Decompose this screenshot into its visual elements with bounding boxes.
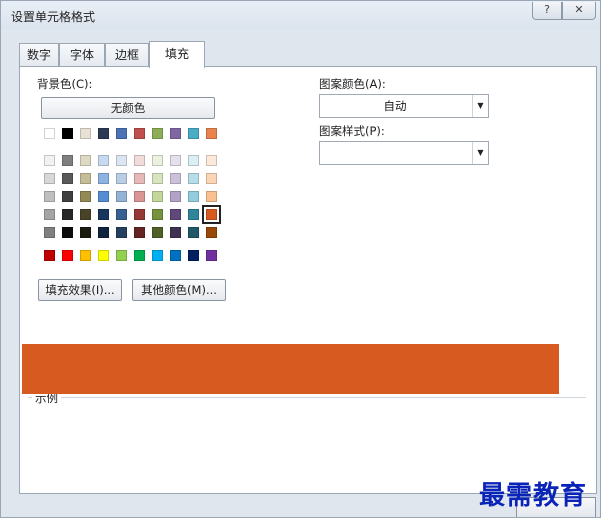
tint-color-swatch[interactable]: [188, 209, 199, 220]
theme-color-swatch[interactable]: [116, 128, 127, 139]
tint-color-swatch[interactable]: [116, 209, 127, 220]
tint-color-swatch[interactable]: [188, 227, 199, 238]
tint-color-swatch[interactable]: [80, 227, 91, 238]
tint-color-swatch[interactable]: [152, 155, 163, 166]
tint-color-swatch[interactable]: [62, 155, 73, 166]
tint-color-swatch[interactable]: [152, 209, 163, 220]
tint-color-swatch[interactable]: [44, 191, 55, 202]
chevron-down-icon[interactable]: ▼: [472, 142, 488, 164]
dialog-title: 设置单元格格式: [11, 10, 96, 24]
watermark-text: 最需教育: [479, 481, 588, 511]
tint-color-swatch[interactable]: [116, 227, 127, 238]
fill-effects-button[interactable]: 填充效果(I)...: [38, 279, 122, 301]
theme-color-swatch[interactable]: [188, 128, 199, 139]
tint-color-swatch[interactable]: [134, 209, 145, 220]
tint-color-swatch[interactable]: [98, 209, 109, 220]
tint-color-swatch[interactable]: [98, 155, 109, 166]
theme-color-swatch[interactable]: [152, 128, 163, 139]
tint-color-swatch[interactable]: [98, 191, 109, 202]
tint-color-swatch[interactable]: [80, 155, 91, 166]
tint-color-swatch[interactable]: [44, 173, 55, 184]
close-button[interactable]: ✕: [562, 2, 596, 20]
tint-color-swatch[interactable]: [206, 191, 217, 202]
tint-color-swatch[interactable]: [170, 173, 181, 184]
fill-panel: 背景色(C): 无颜色 填充效果(I)... 其他颜色(M)... 图案颜色(A…: [19, 66, 597, 494]
tint-color-swatch[interactable]: [170, 227, 181, 238]
standard-color-swatch[interactable]: [170, 250, 181, 261]
tint-color-swatch[interactable]: [134, 173, 145, 184]
standard-color-swatch[interactable]: [62, 250, 73, 261]
tint-color-swatch[interactable]: [116, 173, 127, 184]
theme-color-swatch[interactable]: [80, 128, 91, 139]
help-button[interactable]: ?: [532, 2, 562, 20]
tint-color-swatch[interactable]: [188, 155, 199, 166]
tint-color-swatch[interactable]: [134, 191, 145, 202]
tint-color-swatch[interactable]: [62, 209, 73, 220]
standard-color-swatch[interactable]: [188, 250, 199, 261]
tint-color-swatch[interactable]: [206, 155, 217, 166]
tint-color-swatch[interactable]: [152, 173, 163, 184]
tint-color-swatch[interactable]: [116, 191, 127, 202]
tint-color-swatch[interactable]: [134, 227, 145, 238]
standard-color-swatch[interactable]: [152, 250, 163, 261]
tint-color-swatch[interactable]: [80, 209, 91, 220]
no-color-button[interactable]: 无颜色: [41, 97, 215, 119]
tab-font[interactable]: 字体: [59, 43, 105, 67]
tint-color-swatch[interactable]: [98, 227, 109, 238]
format-cells-dialog: 设置单元格格式 ? ✕ 数字 字体 边框 填充 背景色(C): 无颜色 填充效果…: [0, 0, 601, 518]
tint-color-swatch[interactable]: [80, 173, 91, 184]
title-bar[interactable]: 设置单元格格式 ? ✕: [1, 1, 600, 29]
tint-color-swatch[interactable]: [170, 155, 181, 166]
background-color-label: 背景色(C):: [37, 77, 93, 91]
theme-color-swatch[interactable]: [206, 128, 217, 139]
tint-color-swatch[interactable]: [44, 155, 55, 166]
tint-color-swatch[interactable]: [206, 173, 217, 184]
theme-color-swatch[interactable]: [98, 128, 109, 139]
tint-color-swatch[interactable]: [134, 155, 145, 166]
standard-color-swatch[interactable]: [80, 250, 91, 261]
pattern-color-value: 自动: [383, 99, 407, 113]
tab-fill[interactable]: 填充: [149, 41, 205, 68]
standard-color-swatch[interactable]: [116, 250, 127, 261]
standard-color-swatch[interactable]: [206, 250, 217, 261]
pattern-style-label: 图案样式(P):: [319, 124, 385, 138]
tab-number[interactable]: 数字: [19, 43, 59, 67]
theme-color-swatch[interactable]: [170, 128, 181, 139]
theme-color-swatch[interactable]: [44, 128, 55, 139]
standard-color-swatch[interactable]: [44, 250, 55, 261]
pattern-style-select[interactable]: ▼: [319, 141, 489, 165]
tint-color-swatch[interactable]: [62, 227, 73, 238]
tint-color-swatch[interactable]: [170, 191, 181, 202]
tint-color-swatch[interactable]: [116, 155, 127, 166]
more-colors-button[interactable]: 其他颜色(M)...: [132, 279, 226, 301]
pattern-style-value: [320, 142, 470, 164]
theme-color-swatch[interactable]: [62, 128, 73, 139]
tint-color-swatch[interactable]: [188, 191, 199, 202]
sample-preview: [22, 344, 559, 394]
selected-color-swatch[interactable]: [202, 205, 221, 224]
standard-color-swatch[interactable]: [98, 250, 109, 261]
chevron-down-icon[interactable]: ▼: [472, 95, 488, 117]
theme-color-swatch[interactable]: [134, 128, 145, 139]
standard-color-swatch[interactable]: [134, 250, 145, 261]
tint-color-swatch[interactable]: [152, 227, 163, 238]
tint-color-swatch[interactable]: [98, 173, 109, 184]
tint-color-swatch[interactable]: [80, 191, 91, 202]
tint-color-swatch[interactable]: [62, 173, 73, 184]
tint-color-swatch[interactable]: [152, 191, 163, 202]
tint-color-swatch[interactable]: [206, 227, 217, 238]
tab-border[interactable]: 边框: [105, 43, 149, 67]
tint-color-swatch[interactable]: [62, 191, 73, 202]
help-icon: ?: [544, 3, 550, 16]
tint-color-swatch[interactable]: [44, 227, 55, 238]
tint-color-swatch[interactable]: [44, 209, 55, 220]
tint-color-swatch[interactable]: [188, 173, 199, 184]
tint-color-swatch[interactable]: [170, 209, 181, 220]
close-icon: ✕: [574, 3, 584, 16]
pattern-color-select[interactable]: 自动 ▼: [319, 94, 489, 118]
pattern-color-label: 图案颜色(A):: [319, 77, 386, 91]
